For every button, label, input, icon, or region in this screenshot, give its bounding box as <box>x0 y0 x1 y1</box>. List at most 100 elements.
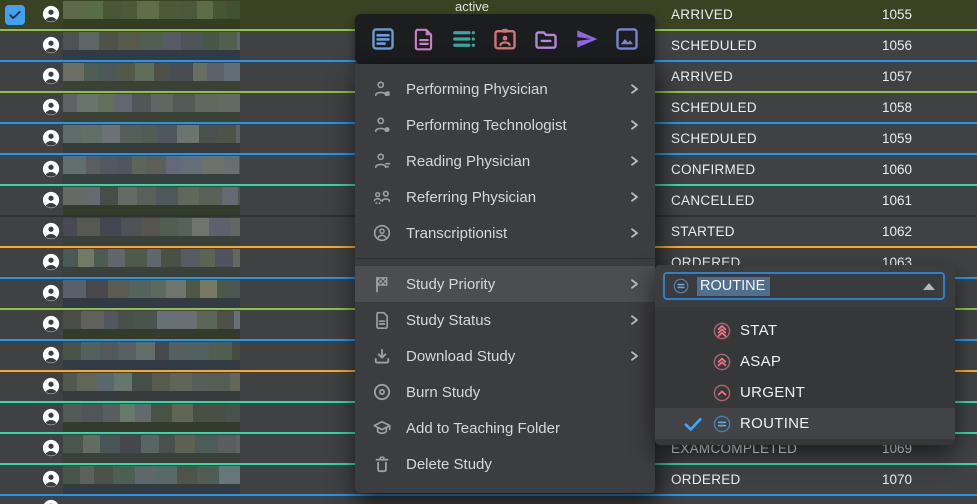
folder-icon[interactable] <box>533 26 559 52</box>
menu-item-burn-study[interactable]: Burn Study <box>355 374 655 410</box>
check-icon <box>683 414 713 434</box>
transcriptionist-icon <box>372 223 392 243</box>
patient-avatar-icon <box>42 36 60 54</box>
chevron-right-icon <box>627 118 641 132</box>
patient-avatar-icon <box>42 346 60 364</box>
status-cell: ARRIVED <box>671 69 734 84</box>
status-cell: STARTED <box>671 224 735 239</box>
menu-item-label: Performing Physician <box>406 80 548 98</box>
worklist-screen: active ARRIVED 1055 SCHEDULED 1056 ARRIVED 105… <box>0 0 977 504</box>
patient-avatar-icon <box>42 191 60 209</box>
performing-physician-icon <box>372 79 392 99</box>
referring-physician-icon <box>372 187 392 207</box>
priority-combobox-value: ROUTINE <box>697 276 771 296</box>
redacted-patient-info <box>63 434 240 463</box>
status-cell: SCHEDULED <box>671 38 757 53</box>
accession-cell: 1070 <box>882 472 913 487</box>
menu-item-performing-technologist[interactable]: Performing Technologist <box>355 107 655 143</box>
delete-study-icon <box>372 454 392 474</box>
redacted-patient-info <box>63 341 240 370</box>
redacted-patient-info <box>63 403 240 432</box>
redacted-patient-info <box>63 0 240 29</box>
menu-item-study-status[interactable]: Study Status <box>355 302 655 338</box>
redacted-patient-info <box>63 372 240 401</box>
menu-item-label: Referring Physician <box>406 188 537 206</box>
menu-item-label: Add to Teaching Folder <box>406 419 560 437</box>
status-cell: CONFIRMED <box>671 162 756 177</box>
redacted-patient-info <box>63 186 240 215</box>
patient-avatar-icon <box>42 499 60 504</box>
menu-item-transcriptionist[interactable]: Transcriptionist <box>355 215 655 251</box>
status-cell: ARRIVED <box>671 7 734 22</box>
patient-avatar-icon <box>42 439 60 457</box>
menu-item-study-priority[interactable]: Study Priority <box>355 266 655 302</box>
teaching-folder-icon <box>372 418 392 438</box>
menu-item-label: Download Study <box>406 347 516 365</box>
patient-avatar-icon <box>42 315 60 333</box>
chevron-right-icon <box>627 82 641 96</box>
routine-priority-icon <box>673 278 689 294</box>
priority-option-stat[interactable]: STAT <box>655 315 955 346</box>
chevron-right-icon <box>627 190 641 204</box>
reading-physician-icon <box>372 151 392 171</box>
list-icon[interactable] <box>451 26 477 52</box>
status-cell: SCHEDULED <box>671 100 757 115</box>
redacted-patient-info <box>63 155 240 184</box>
menu-item-label: Reading Physician <box>406 152 531 170</box>
redacted-patient-info <box>63 93 240 122</box>
menu-item-label: Study Priority <box>406 275 496 293</box>
accession-cell: 1062 <box>882 224 913 239</box>
menu-item-label: Burn Study <box>406 383 481 401</box>
menu-item-label: Study Status <box>406 311 492 329</box>
stat-priority-icon <box>713 322 731 340</box>
redacted-patient-info <box>63 279 240 308</box>
download-study-icon <box>372 346 392 366</box>
menu-item-label: Delete Study <box>406 455 492 473</box>
priority-option-urgent[interactable]: URGENT <box>655 377 955 408</box>
accession-cell: 1060 <box>882 162 913 177</box>
priority-submenu-header: ROUTINE <box>655 265 955 307</box>
badge-icon[interactable] <box>492 26 518 52</box>
context-menu-toolbar <box>355 14 655 64</box>
performing-technologist-icon <box>372 115 392 135</box>
row-active-tag: active <box>455 0 489 14</box>
accession-cell: 1057 <box>882 69 913 84</box>
send-icon[interactable] <box>574 26 600 52</box>
patient-avatar-icon <box>42 470 60 488</box>
priority-option-label: ASAP <box>740 353 782 370</box>
study-priority-icon <box>372 274 392 294</box>
chevron-right-icon <box>627 154 641 168</box>
redacted-patient-info <box>63 31 240 60</box>
report-icon[interactable] <box>370 26 396 52</box>
image-icon[interactable] <box>614 26 640 52</box>
asap-priority-icon <box>713 353 731 371</box>
chevron-right-icon <box>627 277 641 291</box>
accession-cell: 1055 <box>882 7 913 22</box>
menu-item-performing-physician[interactable]: Performing Physician <box>355 71 655 107</box>
priority-option-asap[interactable]: ASAP <box>655 346 955 377</box>
patient-avatar-icon <box>42 284 60 302</box>
status-cell: ORDERED <box>671 472 741 487</box>
accession-cell: 1061 <box>882 193 913 208</box>
chevron-right-icon <box>627 313 641 327</box>
patient-avatar-icon <box>42 253 60 271</box>
menu-item-reading-physician[interactable]: Reading Physician <box>355 143 655 179</box>
row-checkbox[interactable] <box>5 5 25 25</box>
patient-avatar-icon <box>42 160 60 178</box>
table-row-partial <box>0 496 977 504</box>
menu-item-add-to-teaching-folder[interactable]: Add to Teaching Folder <box>355 410 655 446</box>
menu-item-referring-physician[interactable]: Referring Physician <box>355 179 655 215</box>
patient-avatar-icon <box>42 5 60 23</box>
redacted-patient-info <box>63 62 240 91</box>
patient-avatar-icon <box>42 98 60 116</box>
document-icon[interactable] <box>411 26 437 52</box>
accession-cell: 1056 <box>882 38 913 53</box>
accession-cell: 1058 <box>882 100 913 115</box>
chevron-right-icon <box>627 226 641 240</box>
study-status-icon <box>372 310 392 330</box>
menu-divider <box>355 251 655 266</box>
priority-combobox[interactable]: ROUTINE <box>663 272 945 300</box>
menu-item-download-study[interactable]: Download Study <box>355 338 655 374</box>
menu-item-delete-study[interactable]: Delete Study <box>355 446 655 482</box>
priority-option-routine[interactable]: ROUTINE <box>655 408 955 439</box>
